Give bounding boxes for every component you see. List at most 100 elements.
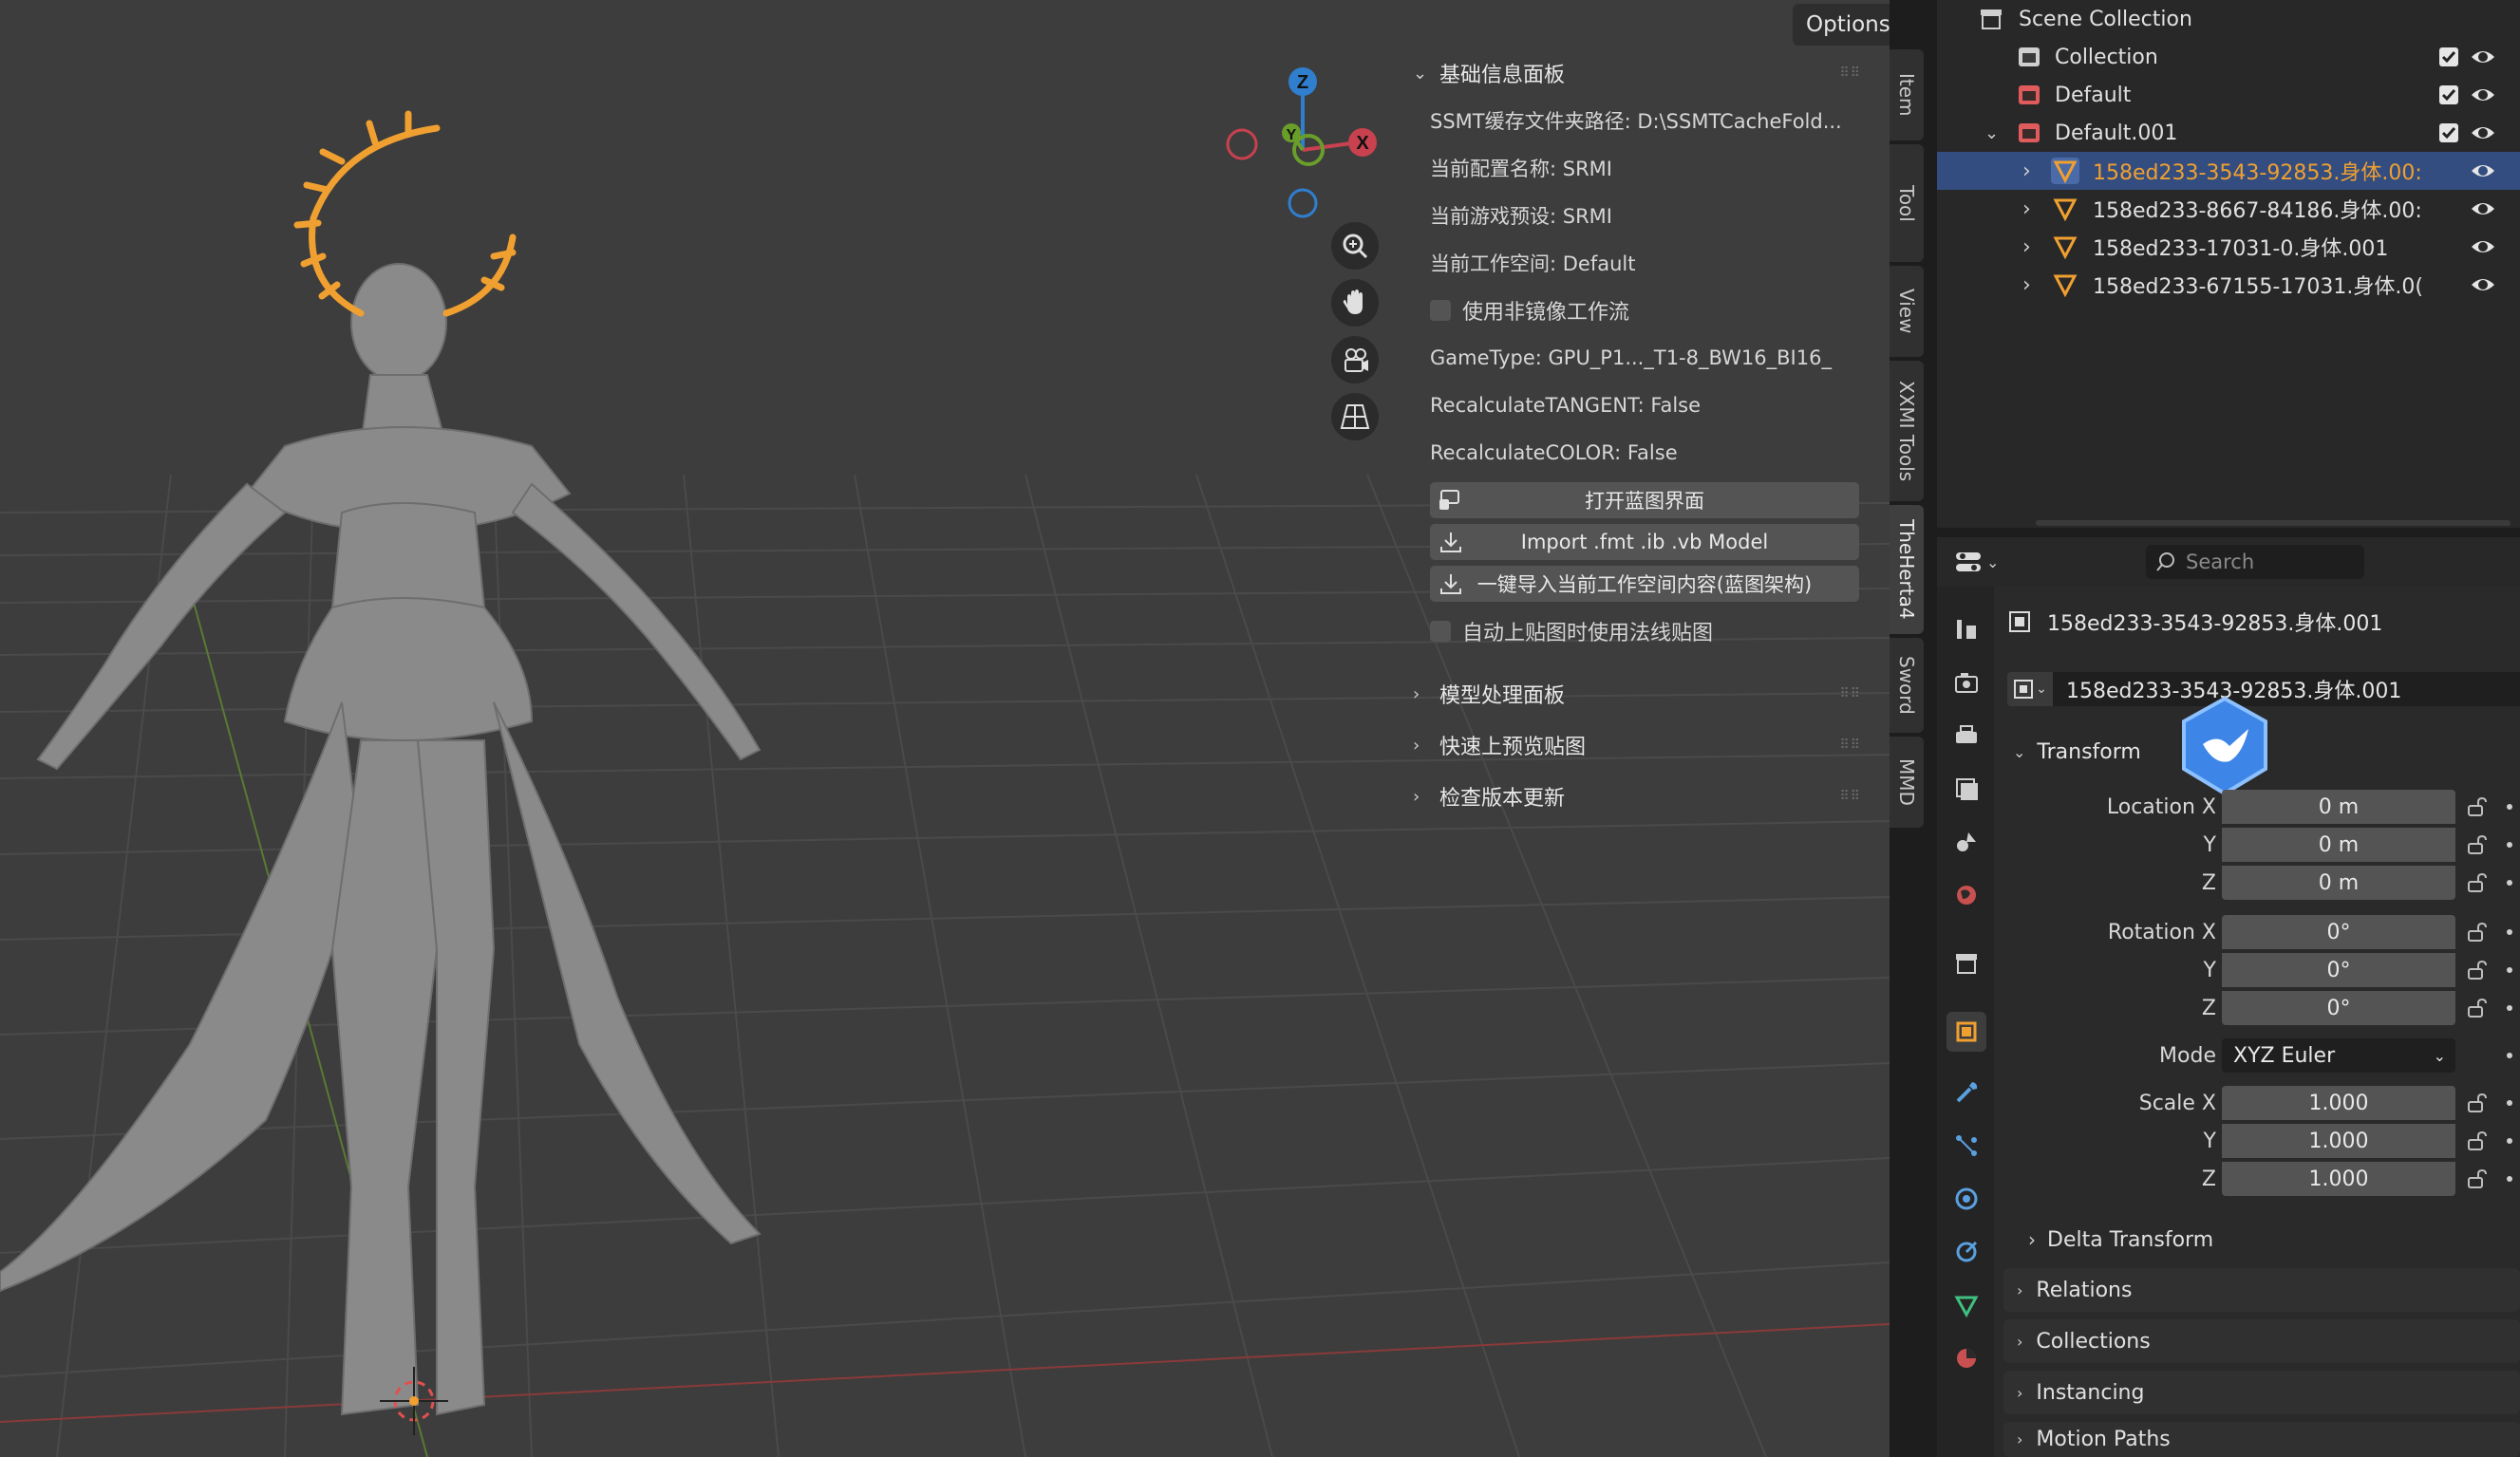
search-input[interactable]: Search — [2146, 545, 2364, 579]
keyframe-dot-icon[interactable] — [2507, 842, 2512, 848]
floating-app-badge[interactable] — [2176, 695, 2273, 797]
outliner[interactable]: Scene Collection Collection Default ⌄ De… — [1937, 0, 2520, 528]
tab-object[interactable] — [1946, 1012, 1986, 1052]
relations-panel-header[interactable]: › Relations — [2003, 1268, 2520, 1312]
open-blueprint-button[interactable]: 打开蓝图界面 — [1430, 482, 1859, 518]
object-name-input[interactable]: 158ed233-3543-92853.身体.001 — [2053, 672, 2520, 706]
unlock-icon[interactable] — [2467, 834, 2488, 855]
scene-collection-row[interactable]: Scene Collection — [1937, 0, 2520, 38]
unlock-icon[interactable] — [2467, 1093, 2488, 1113]
outliner-row-collection[interactable]: Collection — [1937, 38, 2520, 76]
chevron-right-icon[interactable]: › — [2022, 273, 2031, 297]
keyframe-dot-icon[interactable] — [2507, 967, 2512, 973]
tab-mmd[interactable]: MMD — [1890, 737, 1924, 828]
tab-material[interactable] — [1950, 1342, 1983, 1374]
object-type-dropdown[interactable]: ⌄ — [2007, 672, 2053, 706]
rotation-y-field[interactable]: 0° — [2222, 953, 2455, 987]
tab-view[interactable]: View — [1890, 266, 1924, 357]
quick-texture-panel-header[interactable]: › 快速上预览贴图 ⠿⠿ — [1413, 719, 1869, 771]
unlock-icon[interactable] — [2467, 922, 2488, 943]
unlock-icon[interactable] — [2467, 796, 2488, 817]
checkbox-checked-icon[interactable] — [2438, 84, 2459, 105]
chevron-right-icon[interactable]: › — [2022, 235, 2031, 259]
tab-sword[interactable]: Sword — [1890, 638, 1924, 733]
3d-viewport[interactable]: Options ⌄ Z X Y ⌄ 基础信息面 — [0, 0, 1890, 1457]
navigation-gizmo[interactable]: Z X Y — [1215, 63, 1386, 233]
keyframe-dot-icon[interactable] — [2507, 1100, 2512, 1106]
tab-physics[interactable] — [1950, 1183, 1983, 1215]
chevron-right-icon[interactable]: › — [2022, 197, 2031, 221]
unlock-icon[interactable] — [2467, 960, 2488, 981]
unlock-icon[interactable] — [2467, 1168, 2488, 1189]
drag-grip-icon[interactable]: ⠿⠿ — [1839, 789, 1869, 804]
eye-icon[interactable] — [2471, 47, 2495, 66]
eye-icon[interactable] — [2471, 161, 2495, 180]
outliner-row-mesh-4[interactable]: › 158ed233-67155-17031.身体.0( — [1937, 266, 2520, 304]
keyframe-dot-icon[interactable] — [2507, 929, 2512, 935]
tab-item[interactable]: Item — [1890, 49, 1924, 140]
rotation-x-field[interactable]: 0° — [2222, 915, 2455, 949]
tab-theherta4[interactable]: TheHerta4 — [1890, 505, 1924, 634]
checkbox-unchecked-icon[interactable] — [1430, 300, 1451, 321]
scale-z-field[interactable]: 1.000 — [2222, 1162, 2455, 1196]
outliner-scrollbar[interactable] — [2036, 520, 2511, 526]
eye-icon[interactable] — [2471, 237, 2495, 256]
tab-particles[interactable] — [1950, 1130, 1983, 1162]
mirror-workflow-checkbox[interactable]: 使用非镜像工作流 — [1413, 287, 1869, 334]
drag-grip-icon[interactable]: ⠿⠿ — [1839, 686, 1869, 701]
eye-icon[interactable] — [2471, 123, 2495, 142]
eye-icon[interactable] — [2471, 275, 2495, 294]
options-dropdown[interactable]: Options ⌄ — [1793, 4, 1890, 46]
checkbox-unchecked-icon[interactable] — [1430, 621, 1451, 642]
basic-info-panel-header[interactable]: ⌄ 基础信息面板 ⠿⠿ — [1413, 49, 1869, 97]
outliner-row-mesh-1[interactable]: › 158ed233-3543-92853.身体.00: — [1937, 152, 2520, 190]
tab-output[interactable] — [1950, 719, 1983, 752]
outliner-row-mesh-3[interactable]: › 158ed233-17031-0.身体.001 — [1937, 228, 2520, 266]
outliner-row-default-001[interactable]: ⌄ Default.001 — [1937, 114, 2520, 152]
keyframe-dot-icon[interactable] — [2507, 1005, 2512, 1011]
delta-transform-header[interactable]: › Delta Transform — [2028, 1221, 2213, 1259]
hand-icon[interactable] — [1331, 279, 1379, 327]
location-y-field[interactable]: 0 m — [2222, 828, 2455, 862]
normal-map-checkbox[interactable]: 自动上贴图时使用法线贴图 — [1413, 607, 1869, 655]
motion-paths-panel-header[interactable]: › Motion Paths — [2003, 1422, 2520, 1457]
checkbox-checked-icon[interactable] — [2438, 122, 2459, 143]
chevron-right-icon[interactable]: › — [2022, 159, 2031, 183]
keyframe-dot-icon[interactable] — [2507, 1053, 2512, 1058]
tab-constraints[interactable] — [1950, 1236, 1983, 1268]
keyframe-dot-icon[interactable] — [2507, 1138, 2512, 1144]
collections-panel-header[interactable]: › Collections — [2003, 1319, 2520, 1363]
drag-grip-icon[interactable]: ⠿⠿ — [1839, 65, 1869, 81]
tab-data[interactable] — [1950, 1289, 1983, 1321]
keyframe-dot-icon[interactable] — [2507, 804, 2512, 810]
unlock-icon[interactable] — [2467, 1130, 2488, 1151]
instancing-panel-header[interactable]: › Instancing — [2003, 1371, 2520, 1414]
keyframe-dot-icon[interactable] — [2507, 880, 2512, 886]
model-process-panel-header[interactable]: › 模型处理面板 ⠿⠿ — [1413, 668, 1869, 719]
unlock-icon[interactable] — [2467, 872, 2488, 893]
tab-collection[interactable] — [1950, 947, 1983, 980]
tab-render[interactable] — [1950, 666, 1983, 699]
scale-x-field[interactable]: 1.000 — [2222, 1086, 2455, 1120]
chevron-down-icon[interactable]: ⌄ — [1984, 123, 1999, 143]
tab-world[interactable] — [1950, 879, 1983, 911]
location-z-field[interactable]: 0 m — [2222, 866, 2455, 900]
onekey-import-button[interactable]: 一键导入当前工作空间内容(蓝图架构) — [1430, 566, 1859, 602]
checkbox-checked-icon[interactable] — [2438, 47, 2459, 67]
outliner-row-default[interactable]: Default — [1937, 76, 2520, 114]
tab-scene[interactable] — [1950, 826, 1983, 858]
zoom-icon[interactable] — [1331, 222, 1379, 270]
outliner-row-mesh-2[interactable]: › 158ed233-8667-84186.身体.00: — [1937, 190, 2520, 228]
tab-view-layer[interactable] — [1950, 773, 1983, 805]
tab-tool[interactable]: Tool — [1890, 144, 1924, 262]
rotation-z-field[interactable]: 0° — [2222, 991, 2455, 1025]
keyframe-dot-icon[interactable] — [2507, 1176, 2512, 1182]
rotation-mode-select[interactable]: XYZ Euler ⌄ — [2222, 1038, 2455, 1073]
editor-type-dropdown[interactable]: ⌄ — [1954, 547, 2007, 577]
eye-icon[interactable] — [2471, 199, 2495, 218]
grid-icon[interactable] — [1331, 393, 1379, 440]
scale-y-field[interactable]: 1.000 — [2222, 1124, 2455, 1158]
tab-xxmi-tools[interactable]: XXMI Tools — [1890, 361, 1924, 501]
version-check-panel-header[interactable]: › 检查版本更新 ⠿⠿ — [1413, 771, 1869, 822]
tab-tool-properties[interactable] — [1950, 613, 1983, 645]
